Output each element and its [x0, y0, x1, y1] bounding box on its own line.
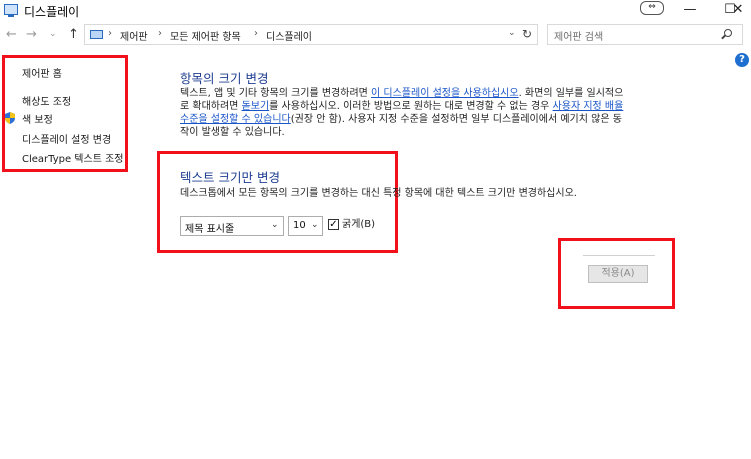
item-select-dropdown[interactable]: 제목 표시줄 ⌄: [180, 216, 284, 236]
text: 로 확대하려면: [180, 101, 242, 112]
close-button[interactable]: ✕: [725, 0, 751, 22]
breadcrumb-display[interactable]: 디스플레이: [266, 28, 312, 43]
text: . 화면의 일부를 일시적으: [518, 88, 624, 99]
breadcrumb-separator: ›: [108, 28, 112, 39]
help-icon[interactable]: ?: [735, 53, 749, 67]
sidebar-item-display-settings[interactable]: 디스플레이 설정 변경: [22, 131, 111, 146]
search-placeholder[interactable]: 제어판 검색: [554, 28, 603, 43]
sidebar-item-control-panel-home[interactable]: 제어판 홈: [22, 65, 62, 80]
text: 텍스트, 앱 및 기타 항목의 크기를 변경하려면: [180, 88, 372, 99]
sidebar-item-resolution[interactable]: 해상도 조정: [22, 93, 71, 108]
text: 를 사용하십시오. 이러한 방법으로 원하는 대로 변경할 수 없는 경우: [269, 101, 553, 112]
resize-paragraph-line-4: 작이 발생할 수 있습니다.: [180, 127, 285, 138]
display-app-icon: [4, 4, 18, 17]
font-size-dropdown[interactable]: 10 ⌄: [288, 216, 323, 236]
minimize-button[interactable]: —: [671, 0, 709, 22]
text-size-description: 데스크톱에서 모든 항목의 크기를 변경하는 대신 특정 항목에 대한 텍스트 …: [180, 188, 577, 199]
chevron-down-icon: ⌄: [271, 220, 279, 230]
text-size-heading: 텍스트 크기만 변경: [180, 170, 280, 185]
breadcrumb-all-items[interactable]: 모든 제어판 항목: [170, 28, 241, 43]
font-size-value: 10: [293, 220, 306, 231]
breadcrumb-control-panel[interactable]: 제어판: [120, 28, 148, 43]
search-icon[interactable]: [724, 29, 732, 37]
resize-paragraph-line-2: 로 확대하려면 돋보기를 사용하십시오. 이러한 방법으로 원하는 대로 변경할…: [180, 100, 623, 113]
apply-button[interactable]: 적용(A): [588, 265, 648, 283]
sidebar-item-calibrate-color[interactable]: 색 보정: [22, 111, 53, 126]
breadcrumb-separator: ›: [158, 28, 162, 39]
up-arrow-icon[interactable]: ↑: [68, 27, 79, 42]
recent-dropdown-icon[interactable]: ⌄: [49, 29, 57, 39]
bold-checkbox-label[interactable]: 굵게(B): [342, 218, 375, 231]
restore-size-icon[interactable]: ⇔: [640, 1, 664, 15]
window-title: 디스플레이: [24, 5, 80, 19]
back-arrow-icon[interactable]: ←: [6, 27, 17, 42]
text: (권장 안 함). 사용자 지정 수준을 설정하면 일부 디스플레이에서 예기치…: [290, 114, 622, 125]
chevron-down-icon: ⌄: [311, 220, 319, 230]
resize-items-heading: 항목의 크기 변경: [180, 71, 269, 86]
bold-checkbox[interactable]: ✓: [328, 219, 339, 230]
forward-arrow-icon[interactable]: →: [26, 27, 37, 42]
uac-shield-icon: [5, 112, 15, 124]
custom-scaling-link-cont[interactable]: 수준을 설정할 수 있습니다: [180, 114, 291, 125]
title-bar: [0, 0, 751, 22]
display-settings-link[interactable]: 이 디스플레이 설정을 사용하십시오: [371, 88, 519, 99]
breadcrumb-separator: ›: [254, 28, 258, 39]
magnifier-link[interactable]: 돋보기: [242, 101, 270, 112]
refresh-icon[interactable]: ↻: [522, 27, 532, 41]
address-dropdown-icon[interactable]: ⌄: [508, 28, 516, 38]
resize-paragraph-line-3: 수준을 설정할 수 있습니다(권장 안 함). 사용자 지정 수준을 설정하면 …: [180, 113, 622, 126]
resize-paragraph-line-1: 텍스트, 앱 및 기타 항목의 크기를 변경하려면 이 디스플레이 설정을 사용…: [180, 87, 623, 100]
item-select-value: 제목 표시줄: [185, 224, 235, 235]
monitor-icon: [90, 30, 103, 39]
sidebar-item-cleartype[interactable]: ClearType 텍스트 조정: [22, 150, 123, 165]
custom-scaling-link[interactable]: 사용자 지정 배율: [553, 101, 624, 112]
